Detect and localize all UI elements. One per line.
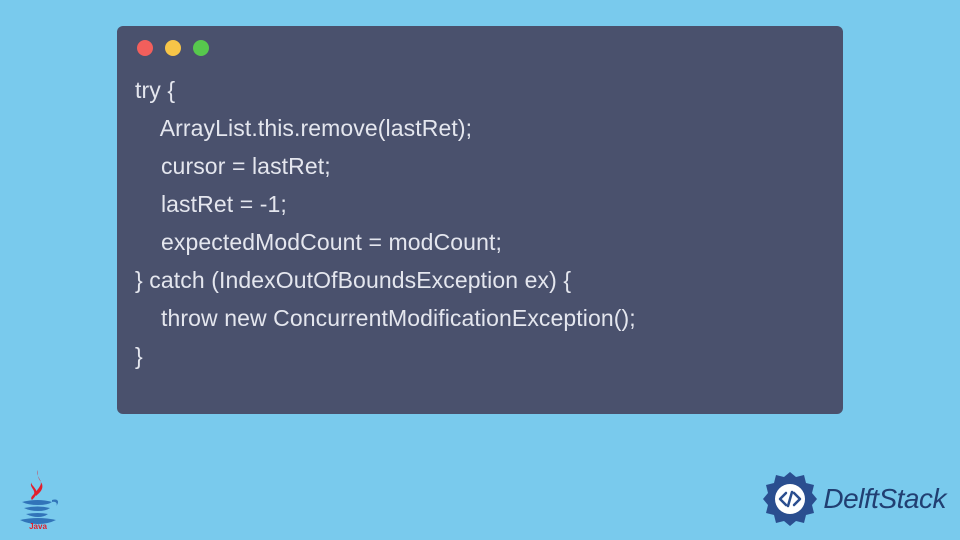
- code-line: expectedModCount = modCount;: [135, 229, 502, 255]
- code-line: throw new ConcurrentModificationExceptio…: [135, 305, 636, 331]
- code-line: } catch (IndexOutOfBoundsException ex) {: [135, 267, 571, 293]
- java-logo-icon: Java: [14, 468, 62, 530]
- code-window: try { ArrayList.this.remove(lastRet); cu…: [117, 26, 843, 414]
- maximize-icon: [193, 40, 209, 56]
- delftstack-logo: DelftStack: [761, 470, 946, 528]
- code-line: ArrayList.this.remove(lastRet);: [135, 115, 472, 141]
- code-block: try { ArrayList.this.remove(lastRet); cu…: [135, 72, 825, 376]
- window-controls: [137, 40, 825, 56]
- svg-text:Java: Java: [29, 522, 47, 530]
- delftstack-badge-icon: [761, 470, 819, 528]
- code-line: lastRet = -1;: [135, 191, 287, 217]
- minimize-icon: [165, 40, 181, 56]
- code-line: try {: [135, 77, 175, 103]
- code-line: cursor = lastRet;: [135, 153, 331, 179]
- close-icon: [137, 40, 153, 56]
- delftstack-label: DelftStack: [823, 483, 946, 515]
- code-line: }: [135, 343, 143, 369]
